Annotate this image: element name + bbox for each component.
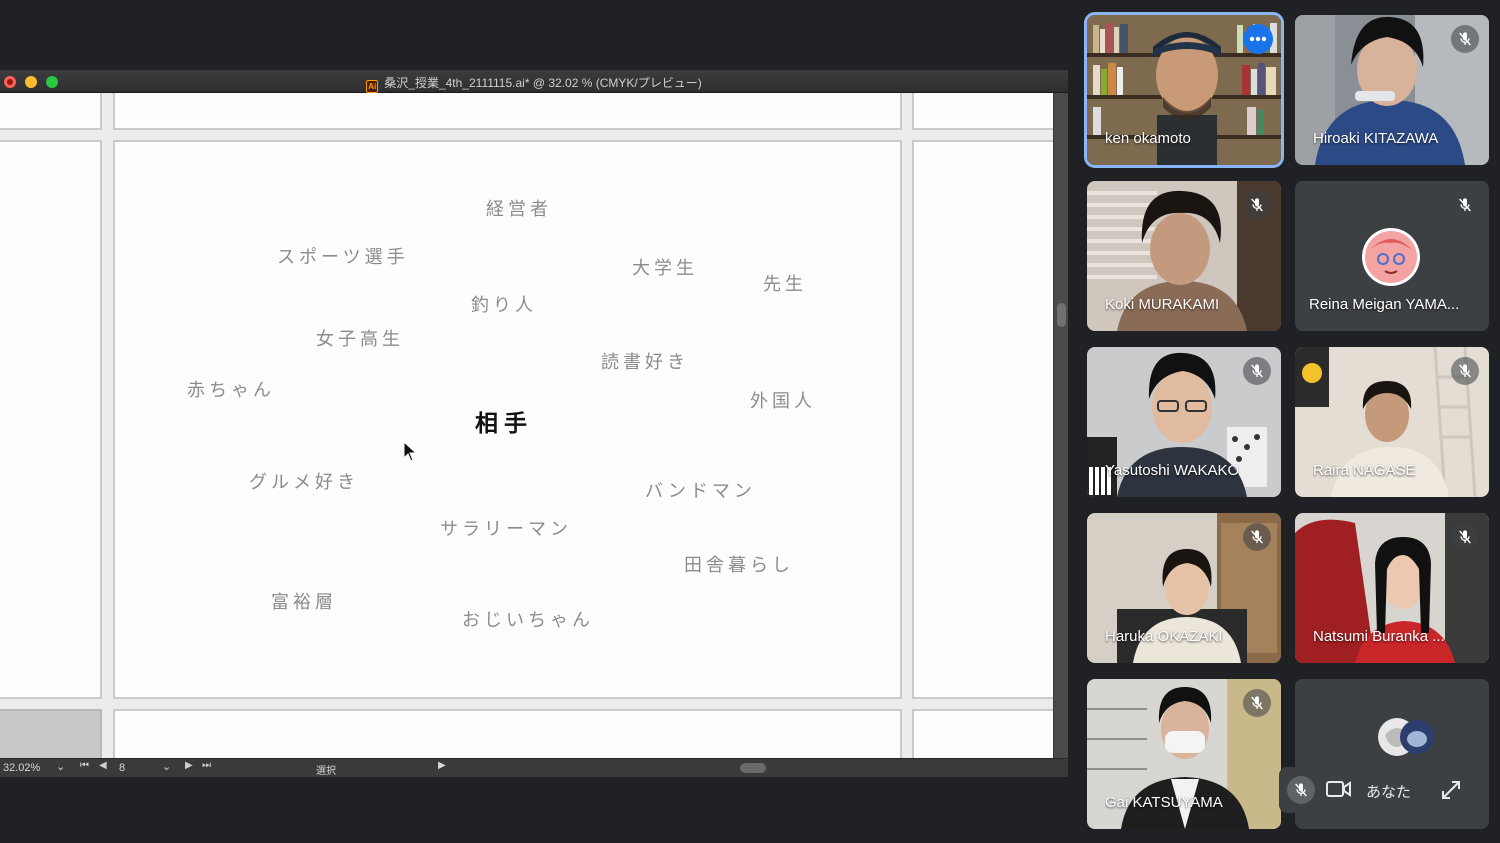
participant-tile[interactable]: Koki MURAKAMI bbox=[1087, 181, 1281, 331]
artboard-middle-right[interactable] bbox=[912, 140, 1053, 699]
toggle-microphone-button[interactable] bbox=[1287, 776, 1315, 804]
muted-indicator bbox=[1243, 191, 1271, 219]
word-daigakusei: 大学生 bbox=[632, 258, 698, 279]
participant-tile[interactable]: Hiroaki KITAZAWA bbox=[1295, 15, 1489, 165]
word-gaikokujin: 外国人 bbox=[750, 391, 816, 412]
word-keieisha: 経営者 bbox=[486, 199, 552, 220]
status-menu-arrow-icon[interactable]: ▶ bbox=[438, 760, 446, 771]
last-artboard-icon[interactable]: ⏭ bbox=[202, 760, 211, 771]
more-dots-icon bbox=[1249, 36, 1267, 42]
more-options-button[interactable] bbox=[1243, 24, 1273, 54]
avatar bbox=[1362, 228, 1420, 286]
artboard-dropdown-icon[interactable]: ⌄ bbox=[162, 760, 171, 773]
prev-artboard-icon[interactable]: ◀ bbox=[99, 760, 107, 771]
next-artboard-icon[interactable]: ▶ bbox=[185, 760, 193, 771]
horizontal-scroll-thumb[interactable] bbox=[740, 763, 766, 773]
participant-name: ken okamoto bbox=[1105, 130, 1191, 147]
toggle-camera-button[interactable] bbox=[1326, 779, 1352, 803]
mic-off-icon bbox=[1459, 530, 1471, 544]
window-titlebar[interactable]: Ai 桑沢_授業_4th_2111115.ai* @ 32.02 % (CMYK/… bbox=[0, 70, 1068, 93]
expand-button[interactable] bbox=[1441, 780, 1461, 804]
artboard-middle-left[interactable] bbox=[0, 140, 102, 699]
self-label: あなた bbox=[1366, 783, 1412, 801]
participant-name: Koki MURAKAMI bbox=[1105, 296, 1220, 313]
word-aite-center: 相手 bbox=[475, 411, 533, 437]
word-ojiichan: おじいちゃん bbox=[462, 610, 594, 631]
mic-off-icon bbox=[1459, 32, 1471, 46]
self-controls-bar: あなた bbox=[1279, 767, 1471, 813]
mic-off-icon bbox=[1295, 783, 1307, 797]
mic-off-icon bbox=[1251, 696, 1263, 710]
vertical-scroll-thumb[interactable] bbox=[1057, 303, 1066, 327]
artboard-main[interactable]: 経営者 スポーツ選手 大学生 先生 釣り人 女子高生 読書好き 赤ちゃん 外国人… bbox=[113, 140, 902, 699]
expand-icon bbox=[1442, 781, 1460, 799]
participant-name: Reina Meigan YAMA... bbox=[1309, 296, 1460, 313]
muted-indicator bbox=[1243, 689, 1271, 717]
mic-off-icon bbox=[1459, 198, 1471, 212]
word-akachan: 赤ちゃん bbox=[187, 380, 275, 401]
artboard-top-center[interactable] bbox=[113, 93, 902, 130]
mic-off-icon bbox=[1459, 364, 1471, 378]
current-tool-label[interactable]: 選択 bbox=[316, 762, 336, 777]
artboard-bottom-center[interactable] bbox=[113, 709, 902, 758]
participant-tile[interactable]: Gai KATSUYAMA bbox=[1087, 679, 1281, 829]
artboard-canvas[interactable]: 経営者 スポーツ選手 大学生 先生 釣り人 女子高生 読書好き 赤ちゃん 外国人… bbox=[0, 93, 1053, 758]
artboard-top-left[interactable] bbox=[0, 93, 102, 130]
mic-off-icon bbox=[1251, 530, 1263, 544]
participant-name: Natsumi Buranka ... bbox=[1313, 628, 1445, 645]
word-inakagurashi: 田舎暮らし bbox=[684, 555, 794, 576]
participant-name: Haruka OKAZAKI bbox=[1105, 628, 1223, 645]
vertical-scrollbar[interactable] bbox=[1053, 93, 1068, 758]
artboard-number[interactable]: 8 bbox=[119, 762, 125, 774]
muted-indicator bbox=[1451, 191, 1479, 219]
muted-indicator bbox=[1451, 25, 1479, 53]
muted-indicator bbox=[1451, 357, 1479, 385]
participant-tile[interactable]: Raira NAGASE bbox=[1295, 347, 1489, 497]
mic-off-icon bbox=[1251, 364, 1263, 378]
word-sports-senshu: スポーツ選手 bbox=[277, 247, 409, 268]
illustrator-window: Ai 桑沢_授業_4th_2111115.ai* @ 32.02 % (CMYK/… bbox=[0, 70, 1068, 777]
first-artboard-icon[interactable]: ⏮ bbox=[80, 760, 89, 771]
status-bar: 32.02% ⌄ ⏮ ◀ 8 ⌄ ▶ ⏭ 選択 ▶ bbox=[0, 758, 1068, 777]
document-title: Ai 桑沢_授業_4th_2111115.ai* @ 32.02 % (CMYK/… bbox=[0, 74, 1068, 93]
participant-tile[interactable]: Haruka OKAZAKI bbox=[1087, 513, 1281, 663]
word-sarariman: サラリーマン bbox=[440, 519, 572, 540]
participant-tile[interactable]: Yasutoshi WAKAKO bbox=[1087, 347, 1281, 497]
participant-name: Hiroaki KITAZAWA bbox=[1313, 130, 1439, 147]
participant-tile[interactable]: Reina Meigan YAMA... bbox=[1295, 181, 1489, 331]
document-title-text: 桑沢_授業_4th_2111115.ai* @ 32.02 % (CMYK/プレ… bbox=[384, 76, 702, 90]
illustrator-file-icon: Ai bbox=[366, 80, 379, 93]
participant-name: Raira NAGASE bbox=[1313, 462, 1416, 479]
muted-indicator bbox=[1243, 357, 1271, 385]
word-joshikousei: 女子高生 bbox=[316, 329, 404, 350]
participant-tile[interactable]: ken okamoto bbox=[1084, 12, 1284, 168]
video-camera-icon bbox=[1326, 781, 1351, 797]
word-bandoman: バンドマン bbox=[645, 481, 756, 502]
word-dokushozuki: 読書好き bbox=[601, 352, 689, 373]
muted-indicator bbox=[1451, 523, 1479, 551]
participant-name: Yasutoshi WAKAKO bbox=[1105, 462, 1240, 479]
artboard-bottom-right[interactable] bbox=[912, 709, 1053, 758]
word-tsuribito: 釣り人 bbox=[471, 295, 537, 316]
mic-off-icon bbox=[1251, 198, 1263, 212]
word-sensei: 先生 bbox=[763, 274, 807, 295]
participant-tile[interactable]: Natsumi Buranka ... bbox=[1295, 513, 1489, 663]
artboard-top-right[interactable] bbox=[912, 93, 1053, 130]
zoom-level[interactable]: 32.02% bbox=[3, 762, 40, 774]
self-avatar-group bbox=[1378, 718, 1434, 756]
word-gurumezuki: グルメ好き bbox=[249, 472, 359, 493]
participant-name: Gai KATSUYAMA bbox=[1105, 794, 1223, 811]
word-fuyuso: 富裕層 bbox=[271, 592, 337, 613]
horizontal-scrollbar[interactable] bbox=[456, 763, 1048, 773]
zoom-dropdown-icon[interactable]: ⌄ bbox=[56, 760, 65, 773]
artboard-bottom-left[interactable] bbox=[0, 709, 102, 758]
muted-indicator bbox=[1243, 523, 1271, 551]
